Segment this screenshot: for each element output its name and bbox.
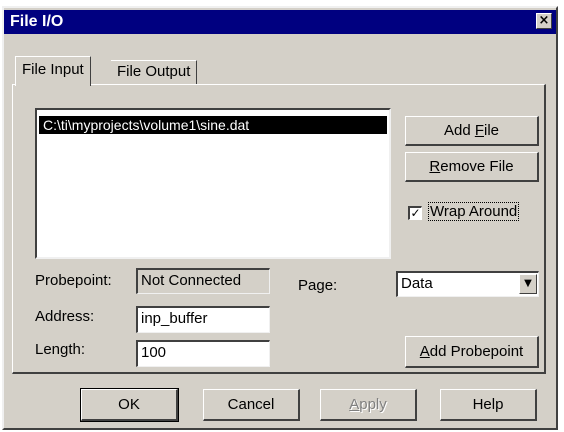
file-input-panel xyxy=(12,84,546,374)
tab-file-output[interactable]: File Output xyxy=(111,60,198,84)
apply-button: Apply xyxy=(320,389,417,421)
help-button[interactable]: Help xyxy=(440,389,537,421)
cancel-button[interactable]: Cancel xyxy=(203,389,300,421)
title-bar[interactable]: File I/O × xyxy=(4,10,556,34)
apply-accel: A xyxy=(349,396,360,413)
close-icon[interactable]: × xyxy=(536,13,552,29)
apply-label: pply xyxy=(359,396,387,413)
ok-button[interactable]: OK xyxy=(80,388,179,422)
window-title: File I/O xyxy=(10,13,64,30)
tab-file-input[interactable]: File Input xyxy=(15,56,91,86)
